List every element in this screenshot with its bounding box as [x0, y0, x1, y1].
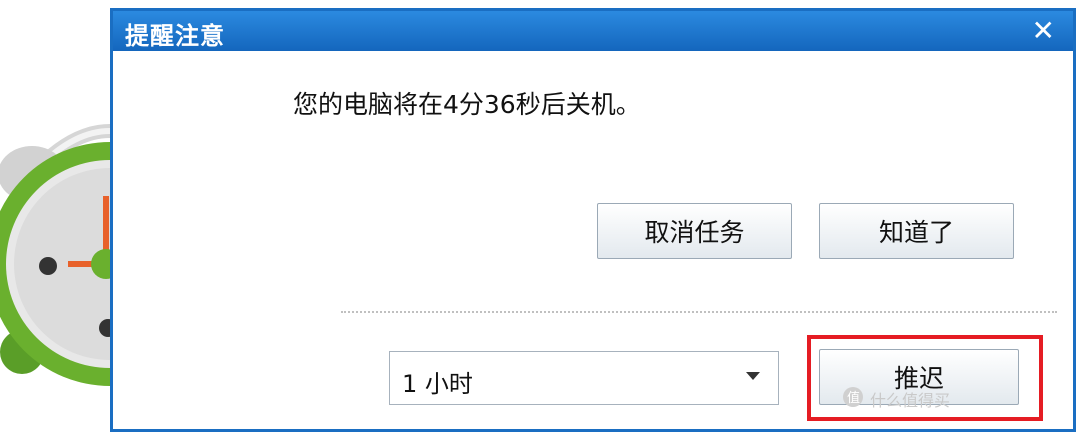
shutdown-countdown-message: 您的电脑将在4分36秒后关机。 — [293, 90, 641, 119]
close-icon[interactable]: ✕ — [1032, 14, 1055, 47]
shutdown-reminder-dialog: 提醒注意 ✕ 您的电脑将在4分36秒后关机。 取消任务 知道了 1 小时 推迟 — [110, 8, 1076, 432]
dialog-title: 提醒注意 — [125, 22, 225, 50]
dropdown-arrow-icon[interactable] — [746, 372, 760, 380]
divider — [341, 311, 1057, 313]
acknowledge-button[interactable]: 知道了 — [819, 203, 1014, 259]
dialog-titlebar: 提醒注意 ✕ — [113, 11, 1073, 51]
snooze-duration-select[interactable]: 1 小时 — [389, 351, 779, 405]
cancel-task-button[interactable]: 取消任务 — [597, 203, 792, 259]
watermark-logo-icon: 值 — [842, 386, 864, 412]
watermark-text: 什么值得买 — [870, 391, 951, 410]
svg-text:值: 值 — [847, 390, 860, 406]
watermark: 值 什么值得买 — [842, 386, 950, 412]
snooze-duration-value: 1 小时 — [402, 370, 473, 398]
